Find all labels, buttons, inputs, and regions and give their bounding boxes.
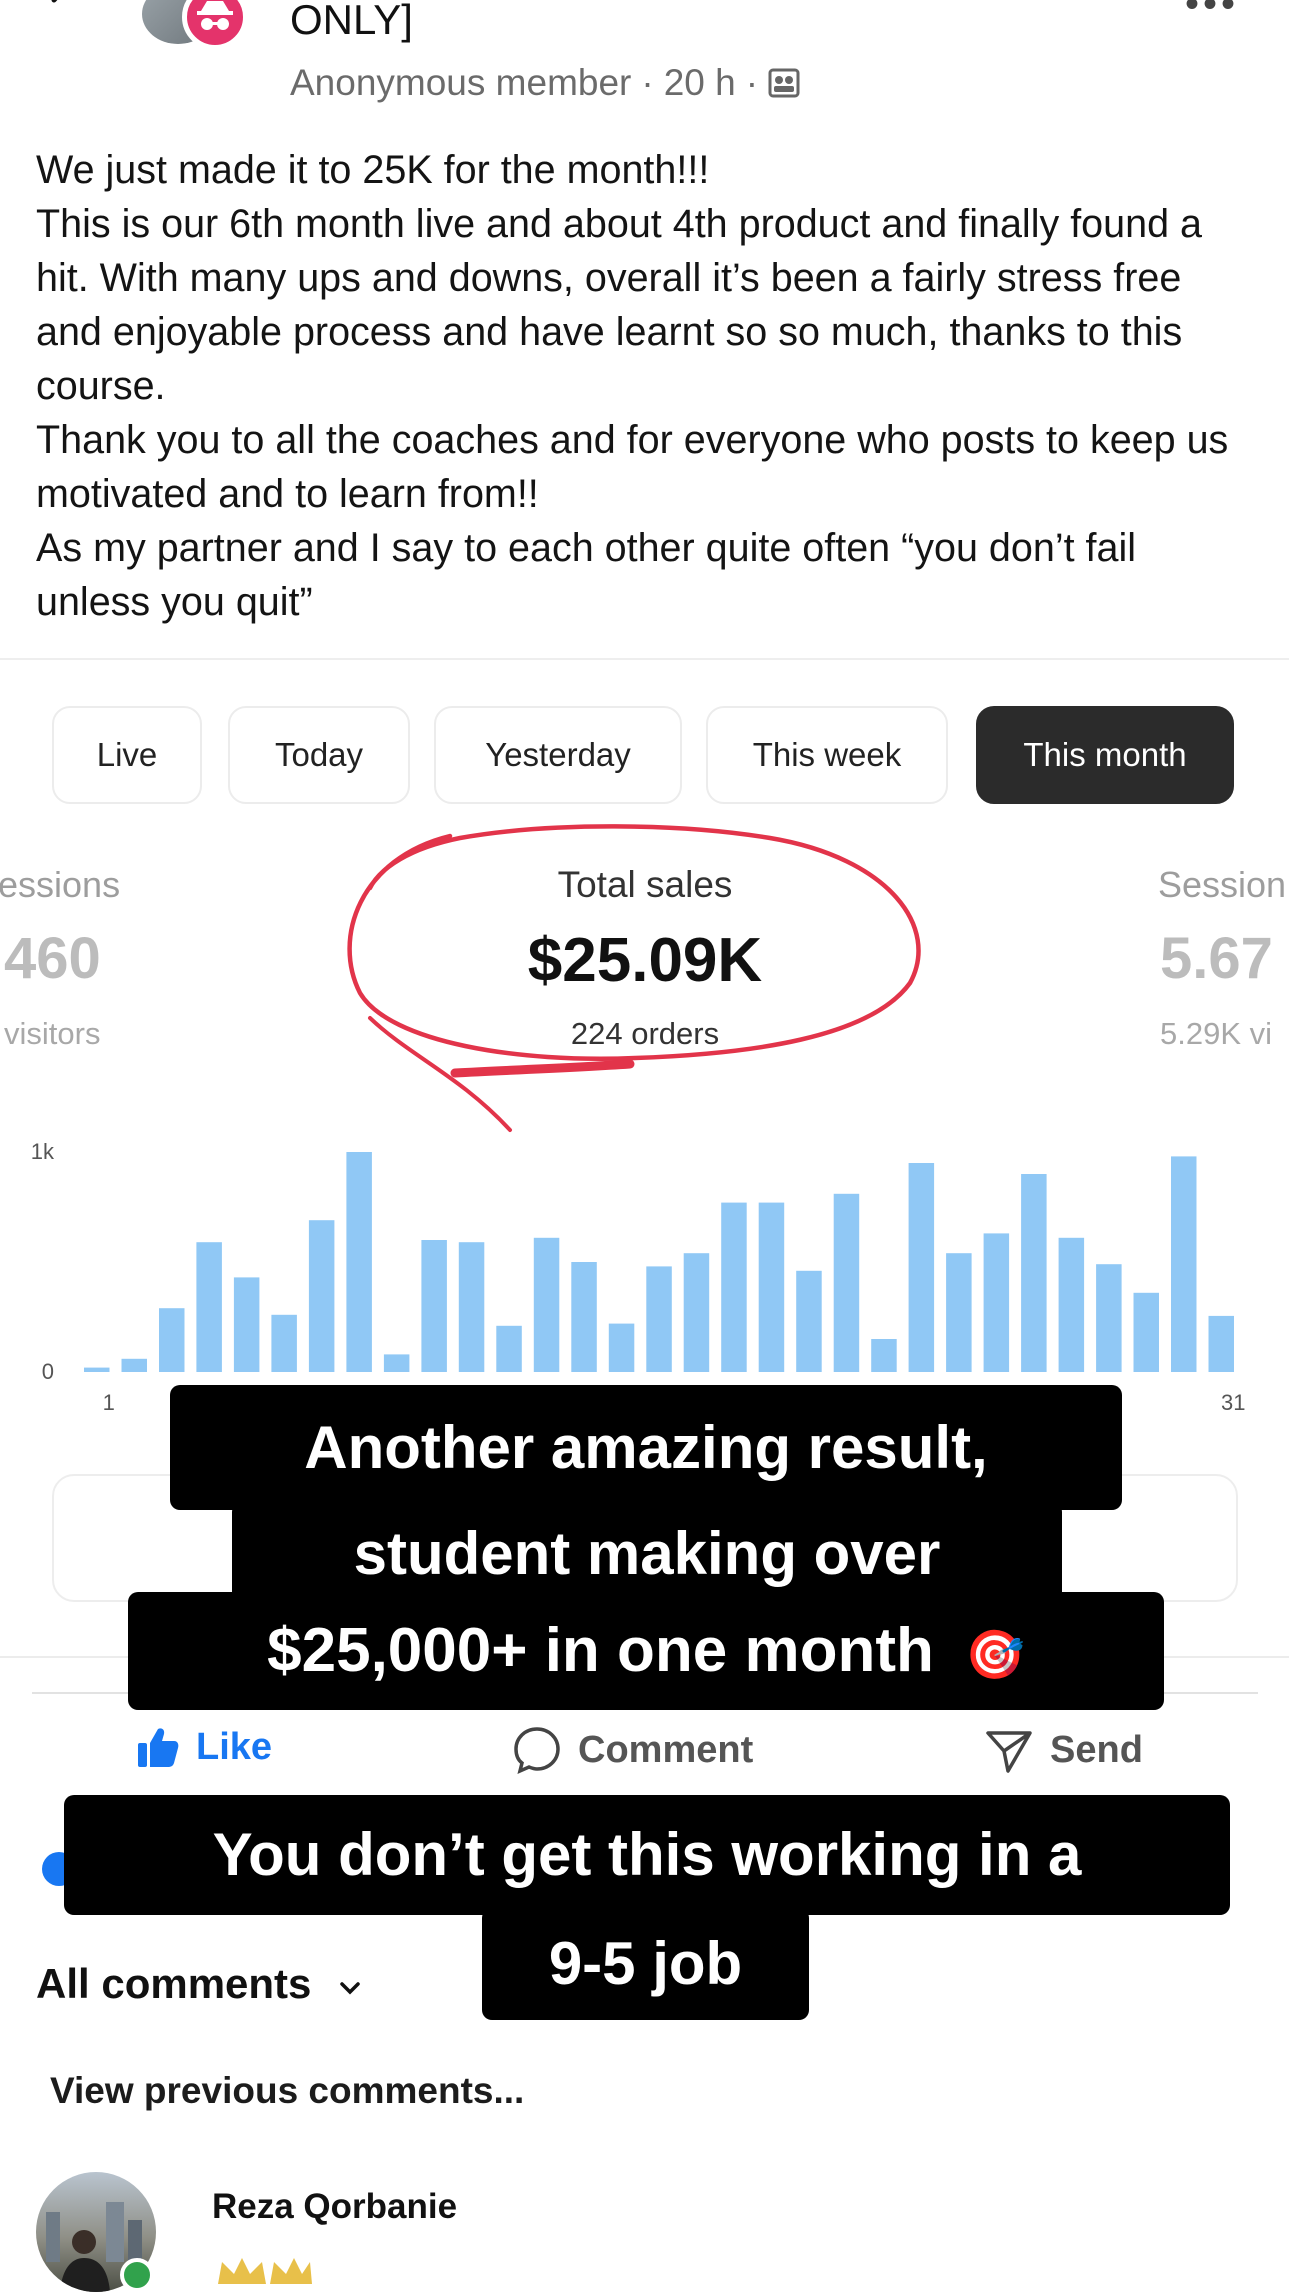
chart-bar xyxy=(159,1308,185,1372)
caption-text: $25,000+ in one month xyxy=(267,1616,934,1685)
chart-bar xyxy=(308,1220,335,1372)
divider xyxy=(0,658,1289,660)
post-text: We just made it to 25K for the month!!! … xyxy=(36,143,1256,629)
chart-bar xyxy=(796,1270,822,1372)
commenter-name[interactable]: Reza Qorbanie xyxy=(212,2187,457,2227)
caption-line: 9-5 job xyxy=(482,1908,809,2020)
chart-bar xyxy=(533,1237,560,1372)
sales-bar-chart: 1k 0 1 31 xyxy=(31,1139,1246,1415)
chart-bar xyxy=(571,1262,597,1372)
chart-bar xyxy=(1058,1237,1085,1372)
sessions-label: essions xyxy=(0,864,121,905)
send-label: Send xyxy=(1050,1728,1143,1771)
crown-badge-icon xyxy=(218,2258,312,2284)
total-sales-value: $25.09K xyxy=(527,926,763,995)
chart-bar xyxy=(383,1354,410,1372)
chart-bar xyxy=(496,1325,522,1372)
anonymous-icon xyxy=(182,0,248,50)
online-status-icon xyxy=(120,2258,154,2292)
caption-line: You don’t get this working in a xyxy=(64,1795,1230,1915)
tab-this-month[interactable]: This month xyxy=(976,706,1234,804)
chart-bar xyxy=(121,1358,147,1372)
chart-bar xyxy=(871,1339,897,1372)
chart-bar xyxy=(1171,1156,1197,1372)
like-label: Like xyxy=(196,1725,273,1768)
chevron-down-icon xyxy=(340,1982,360,1995)
visitors-label: visitors xyxy=(4,1016,101,1051)
members-icon xyxy=(768,68,800,98)
tab-today[interactable]: Today xyxy=(228,706,410,804)
post-time[interactable]: 20 h xyxy=(664,62,736,104)
chart-bar xyxy=(983,1233,1010,1372)
post-line: This is our 6th month live and about 4th… xyxy=(36,202,1202,408)
tab-this-week[interactable]: This week xyxy=(706,706,948,804)
group-avatar[interactable] xyxy=(142,0,248,56)
chart-bar xyxy=(196,1242,222,1372)
x-tick-label: 1 xyxy=(103,1390,115,1415)
post-line: As my partner and I say to each other qu… xyxy=(36,526,1137,624)
chart-bar xyxy=(1096,1264,1122,1372)
chart-bar xyxy=(908,1163,935,1372)
comment-button[interactable]: Comment xyxy=(512,1725,753,1775)
chart-bar xyxy=(1208,1315,1234,1372)
caption-line: $25,000+ in one month 🎯 xyxy=(128,1592,1164,1710)
chart-bar xyxy=(721,1202,747,1372)
send-icon xyxy=(986,1731,1032,1773)
back-arrow-icon[interactable] xyxy=(40,0,88,26)
chart-bar xyxy=(421,1240,447,1372)
comment-label: Comment xyxy=(578,1728,754,1771)
session-rate-sub: 5.29K vi xyxy=(1160,1016,1273,1051)
comments-filter-label: All comments xyxy=(36,1960,312,2007)
chart-bar xyxy=(458,1242,485,1372)
chart-bar xyxy=(271,1314,297,1372)
chart-bar xyxy=(946,1253,972,1372)
orders-count: 224 orders xyxy=(570,1016,720,1051)
chart-bar xyxy=(233,1277,260,1372)
chart-bar xyxy=(646,1266,672,1372)
chart-bar xyxy=(683,1253,710,1372)
post-line: We just made it to 25K for the month!!! xyxy=(36,148,710,192)
meta-separator: · xyxy=(641,62,654,103)
y-tick-label: 1k xyxy=(31,1139,55,1164)
session-rate-label: Session xyxy=(1158,864,1287,905)
chart-bar xyxy=(833,1193,860,1372)
tab-yesterday[interactable]: Yesterday xyxy=(434,706,682,804)
total-sales-label: Total sales xyxy=(557,864,733,905)
caption-line: Another amazing result, xyxy=(170,1385,1122,1510)
y-tick-label: 0 xyxy=(42,1359,54,1384)
chart-bar xyxy=(346,1152,372,1372)
post-line: Thank you to all the coaches and for eve… xyxy=(36,418,1229,516)
thumbs-up-icon xyxy=(138,1728,179,1767)
caption-line: student making over xyxy=(232,1502,1062,1606)
chart-bar xyxy=(1133,1292,1159,1372)
chart-bar xyxy=(84,1367,110,1372)
comments-filter[interactable]: All comments xyxy=(36,1960,363,2008)
sessions-value: 460 xyxy=(4,926,101,991)
send-button[interactable]: Send xyxy=(984,1725,1143,1775)
target-emoji-icon: 🎯 xyxy=(965,1629,1025,1682)
meta-separator: · xyxy=(745,62,759,103)
like-button[interactable]: Like xyxy=(136,1725,272,1769)
chart-bar xyxy=(608,1323,635,1372)
comment-bubble-icon xyxy=(514,1727,560,1775)
anonymous-member-label[interactable]: Anonymous member xyxy=(290,62,631,104)
session-rate-value: 5.67 xyxy=(1160,926,1273,991)
more-options-icon[interactable]: ••• xyxy=(1185,0,1239,27)
chart-bar xyxy=(1021,1174,1047,1372)
post-meta: Anonymous member · 20 h · xyxy=(290,62,800,104)
group-name[interactable]: ONLY] xyxy=(290,0,413,44)
tab-live[interactable]: Live xyxy=(52,706,202,804)
chart-bar xyxy=(758,1202,785,1372)
x-tick-label: 31 xyxy=(1221,1390,1245,1415)
view-previous-comments[interactable]: View previous comments... xyxy=(50,2070,524,2112)
